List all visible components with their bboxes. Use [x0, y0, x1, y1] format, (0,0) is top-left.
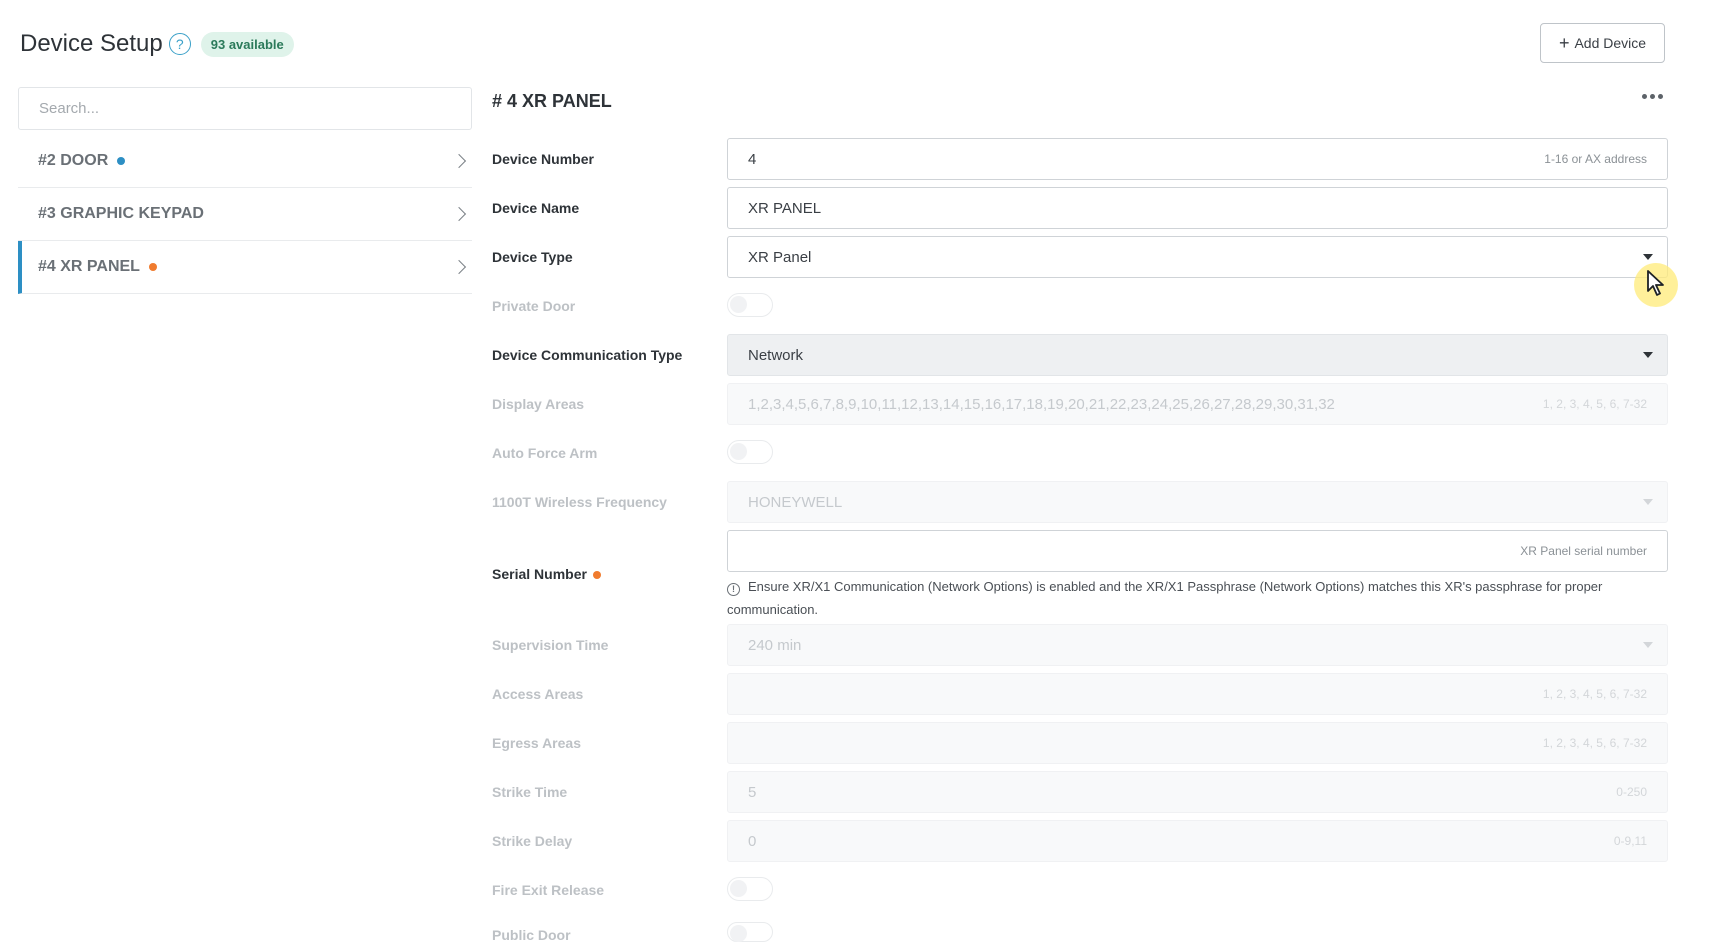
caret-down-icon — [1643, 642, 1653, 648]
caret-down-icon — [1643, 499, 1653, 505]
wireless-frequency-select[interactable]: HONEYWELL — [727, 481, 1668, 523]
display-areas-hint: 1, 2, 3, 4, 5, 6, 7-32 — [1542, 397, 1647, 411]
device-list: #2 DOOR #3 GRAPHIC KEYPAD #4 XR PANEL — [18, 135, 472, 294]
device-name-value: XR PANEL — [748, 199, 822, 217]
add-device-button[interactable]: + Add Device — [1540, 23, 1665, 63]
access-areas-hint: 1, 2, 3, 4, 5, 6, 7-32 — [1542, 687, 1647, 701]
chevron-right-icon — [451, 259, 467, 275]
strike-delay-value: 0 — [748, 832, 757, 850]
communication-type-value: Network — [748, 346, 804, 364]
fire-exit-release-toggle[interactable] — [727, 877, 773, 901]
info-circle-icon: ! — [727, 583, 740, 596]
strike-time-hint: 0-250 — [1616, 785, 1647, 799]
private-door-label: Private Door — [492, 298, 576, 314]
mouse-cursor-highlight — [1634, 263, 1678, 307]
communication-type-label: Device Communication Type — [492, 347, 683, 363]
wireless-frequency-value: HONEYWELL — [748, 493, 843, 511]
strike-time-label: Strike Time — [492, 784, 568, 800]
supervision-time-value: 240 min — [748, 636, 802, 654]
device-name-label: Device Name — [492, 200, 580, 216]
display-areas-input[interactable]: 1,2,3,4,5,6,7,8,9,10,11,12,13,14,15,16,1… — [727, 383, 1668, 425]
caret-down-icon — [1643, 352, 1653, 358]
strike-delay-hint: 0-9,11 — [1613, 834, 1647, 848]
strike-time-value: 5 — [748, 783, 757, 801]
add-device-label: Add Device — [1574, 35, 1647, 51]
panel-title: # 4 XR PANEL — [492, 91, 612, 111]
required-dot-icon — [592, 571, 601, 580]
strike-time-input[interactable]: 5 0-250 — [727, 771, 1668, 813]
communication-type-select[interactable]: Network — [727, 334, 1668, 376]
device-type-label: Device Type — [492, 249, 573, 265]
display-areas-label: Display Areas — [492, 396, 585, 412]
serial-number-hint: XR Panel serial number — [1520, 544, 1647, 558]
device-list-item-graphic-keypad[interactable]: #3 GRAPHIC KEYPAD — [18, 188, 472, 241]
plus-icon: + — [1558, 33, 1570, 53]
access-areas-label: Access Areas — [492, 686, 584, 702]
device-list-item-xr-panel[interactable]: #4 XR PANEL — [18, 241, 472, 294]
status-dot-icon — [148, 263, 157, 271]
public-door-label: Public Door — [492, 927, 571, 943]
public-door-toggle[interactable] — [727, 922, 773, 942]
device-number-input[interactable]: 4 1-16 or AX address — [727, 138, 1668, 180]
search-input[interactable] — [18, 87, 472, 130]
device-list-item-door[interactable]: #2 DOOR — [18, 135, 472, 188]
device-item-label: #2 DOOR — [38, 152, 109, 169]
auto-force-arm-label: Auto Force Arm — [492, 445, 598, 461]
strike-delay-input[interactable]: 0 0-9,11 — [727, 820, 1668, 862]
device-number-label: Device Number — [492, 151, 594, 167]
available-badge: 93 available — [200, 31, 294, 57]
serial-number-note: ! Ensure XR/X1 Communication (Network Opt… — [727, 575, 1668, 621]
caret-down-icon — [1643, 254, 1653, 260]
device-type-select[interactable]: XR Panel — [727, 236, 1668, 278]
fire-exit-release-label: Fire Exit Release — [492, 882, 605, 898]
egress-areas-input[interactable]: 1, 2, 3, 4, 5, 6, 7-32 — [727, 722, 1668, 764]
mouse-pointer-icon — [1647, 270, 1664, 296]
auto-force-arm-toggle[interactable] — [727, 440, 773, 464]
device-item-label: #3 GRAPHIC KEYPAD — [38, 205, 204, 222]
access-areas-input[interactable]: 1, 2, 3, 4, 5, 6, 7-32 — [727, 673, 1668, 715]
supervision-time-select[interactable]: 240 min — [727, 624, 1668, 666]
ellipsis-horizontal-icon[interactable] — [1642, 94, 1663, 99]
chevron-right-icon — [451, 153, 467, 169]
device-number-hint: 1-16 or AX address — [1544, 152, 1647, 166]
supervision-time-label: Supervision Time — [492, 637, 609, 653]
strike-delay-label: Strike Delay — [492, 833, 573, 849]
serial-note-text: Ensure XR/X1 Communication (Network Opti… — [727, 579, 1603, 617]
device-item-label: #4 XR PANEL — [38, 258, 140, 275]
device-number-value: 4 — [748, 150, 757, 168]
serial-number-label-text: Serial Number — [492, 566, 587, 582]
status-dot-icon — [117, 157, 126, 165]
device-type-value: XR Panel — [748, 248, 812, 266]
private-door-toggle[interactable] — [727, 293, 773, 317]
serial-number-input[interactable]: XR Panel serial number — [727, 530, 1668, 572]
chevron-right-icon — [451, 206, 467, 222]
question-circle-icon[interactable]: ? — [168, 33, 191, 55]
wireless-frequency-label: 1100T Wireless Frequency — [492, 494, 667, 510]
page-header: Device Setup ? 93 available — [20, 26, 294, 62]
serial-number-label: Serial Number — [492, 566, 601, 582]
egress-areas-label: Egress Areas — [492, 735, 581, 751]
display-areas-value: 1,2,3,4,5,6,7,8,9,10,11,12,13,14,15,16,1… — [748, 395, 1335, 413]
page-title: Device Setup — [20, 30, 163, 57]
egress-areas-hint: 1, 2, 3, 4, 5, 6, 7-32 — [1542, 736, 1647, 750]
device-name-input[interactable]: XR PANEL — [727, 187, 1668, 229]
